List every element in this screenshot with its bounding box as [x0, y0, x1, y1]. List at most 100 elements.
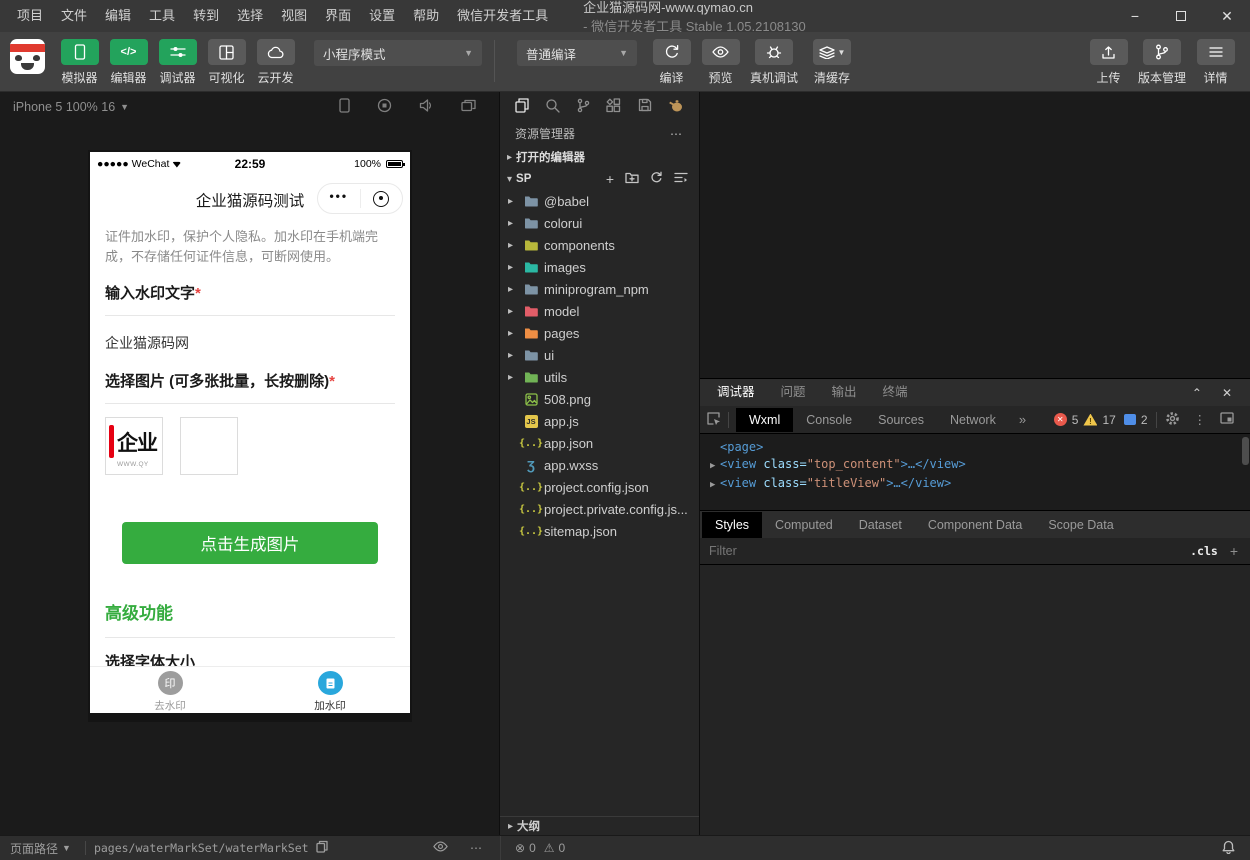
devtools-tab-network[interactable]: Network: [937, 408, 1009, 432]
tab-scope-data[interactable]: Scope Data: [1035, 512, 1126, 538]
tab-output[interactable]: 输出: [819, 379, 870, 406]
menu-tools[interactable]: 工具: [140, 0, 184, 32]
project-section[interactable]: ▾ SP +: [500, 168, 699, 190]
minimize-button[interactable]: −: [1112, 0, 1158, 32]
remote-debug-button[interactable]: 真机调试: [745, 39, 803, 86]
collapse-all-icon[interactable]: [674, 172, 688, 186]
teapot-icon[interactable]: [668, 99, 684, 115]
refresh-icon[interactable]: [650, 171, 663, 187]
bell-icon[interactable]: [1222, 840, 1235, 857]
tree-item-folder[interactable]: ▸colorui: [500, 212, 699, 234]
message-count[interactable]: 2: [1141, 413, 1148, 427]
menu-settings[interactable]: 设置: [360, 0, 404, 32]
tab-problems[interactable]: 问题: [768, 379, 819, 406]
visualization-toggle[interactable]: 可视化: [202, 39, 251, 86]
new-file-icon[interactable]: +: [606, 171, 614, 187]
menu-goto[interactable]: 转到: [184, 0, 228, 32]
styles-filter-input[interactable]: [709, 544, 1178, 558]
tree-item-folder[interactable]: ▸components: [500, 234, 699, 256]
dock-icon[interactable]: [1220, 412, 1234, 427]
tree-item-file[interactable]: Ʒapp.wxss: [500, 454, 699, 476]
open-editors-section[interactable]: ▸ 打开的编辑器: [500, 146, 699, 168]
close-panel-icon[interactable]: ✕: [1222, 386, 1232, 400]
tree-item-file[interactable]: JSapp.js: [500, 410, 699, 432]
capsule-close-icon[interactable]: [361, 191, 403, 207]
tab-debugger[interactable]: 调试器: [704, 379, 768, 406]
collapse-panel-icon[interactable]: ⌃: [1192, 386, 1202, 400]
menu-view[interactable]: 视图: [272, 0, 316, 32]
cloud-dev-button[interactable]: 云开发: [251, 39, 300, 86]
record-icon[interactable]: [377, 98, 392, 116]
device-select[interactable]: iPhone 5 100% 16: [13, 100, 115, 114]
dom-node-titleview[interactable]: ▶<view class="titleView">…</view>: [710, 475, 1248, 494]
menu-project[interactable]: 项目: [8, 0, 52, 32]
more-dots-icon[interactable]: •••: [318, 189, 360, 208]
kebab-menu-icon[interactable]: ⋮: [1194, 412, 1207, 427]
tab-dataset[interactable]: Dataset: [846, 512, 915, 538]
watermark-text-input[interactable]: 企业猫源码网: [105, 316, 395, 368]
tab-styles[interactable]: Styles: [702, 512, 762, 538]
new-folder-icon[interactable]: [625, 172, 639, 187]
preview-button[interactable]: 预览: [696, 39, 745, 86]
chevron-right-icon[interactable]: ▶: [710, 458, 720, 475]
more-actions-icon[interactable]: ⋯: [670, 127, 684, 141]
tree-item-folder[interactable]: ▸miniprogram_npm: [500, 278, 699, 300]
debugger-toggle[interactable]: 调试器: [153, 39, 202, 86]
files-icon[interactable]: [515, 98, 529, 116]
error-count[interactable]: 5: [1072, 413, 1079, 427]
menu-help[interactable]: 帮助: [404, 0, 448, 32]
clear-cache-button[interactable]: ▼ 清缓存: [803, 39, 861, 86]
maximize-button[interactable]: [1158, 0, 1204, 32]
gear-icon[interactable]: [1165, 411, 1180, 429]
tree-item-folder[interactable]: ▸utils: [500, 366, 699, 388]
tab-computed[interactable]: Computed: [762, 512, 846, 538]
devtools-tab-console[interactable]: Console: [793, 408, 865, 432]
tab-component-data[interactable]: Component Data: [915, 512, 1036, 538]
tree-item-file[interactable]: {..}app.json: [500, 432, 699, 454]
tree-item-folder[interactable]: ▸@babel: [500, 190, 699, 212]
details-button[interactable]: 详情: [1191, 39, 1240, 86]
tab-remove-watermark[interactable]: 印 去水印: [90, 667, 250, 713]
uploaded-image-thumbnail[interactable]: 企业 WWW.QY: [105, 417, 163, 475]
tree-item-file[interactable]: 508.png: [500, 388, 699, 410]
outline-section[interactable]: ▸ 大纲: [500, 816, 699, 835]
tab-terminal[interactable]: 终端: [870, 379, 921, 406]
multi-window-icon[interactable]: [461, 99, 476, 115]
upload-button[interactable]: 上传: [1084, 39, 1133, 86]
generate-image-button[interactable]: 点击生成图片: [122, 522, 378, 564]
save-icon[interactable]: [638, 98, 652, 115]
tree-item-folder[interactable]: ▸pages: [500, 322, 699, 344]
rotate-device-icon[interactable]: [339, 98, 350, 116]
devtools-tab-sources[interactable]: Sources: [865, 408, 937, 432]
menu-select[interactable]: 选择: [228, 0, 272, 32]
tree-item-folder[interactable]: ▸model: [500, 300, 699, 322]
dom-node-top-content[interactable]: ▶<view class="top_content">…</view>: [710, 456, 1248, 475]
cls-toggle[interactable]: .cls: [1178, 544, 1230, 558]
tree-item-file[interactable]: {..}project.config.json: [500, 476, 699, 498]
more-actions-icon[interactable]: ⋯: [470, 841, 484, 855]
menu-interface[interactable]: 界面: [316, 0, 360, 32]
add-style-icon[interactable]: +: [1230, 543, 1250, 559]
menu-edit[interactable]: 编辑: [96, 0, 140, 32]
speaker-icon[interactable]: [419, 99, 434, 115]
compile-button[interactable]: 编译: [647, 39, 696, 86]
extensions-icon[interactable]: [606, 98, 621, 116]
tree-item-file[interactable]: {..}sitemap.json: [500, 520, 699, 542]
menu-file[interactable]: 文件: [52, 0, 96, 32]
close-button[interactable]: ✕: [1204, 0, 1250, 32]
source-control-icon[interactable]: [577, 98, 590, 116]
version-control-button[interactable]: 版本管理: [1133, 39, 1191, 86]
tree-item-file[interactable]: {..}project.private.config.js...: [500, 498, 699, 520]
copy-icon[interactable]: [316, 840, 328, 856]
page-path-select[interactable]: 页面路径: [10, 840, 58, 857]
mode-select[interactable]: 小程序模式 ▼: [314, 40, 482, 66]
warning-count[interactable]: 17: [1102, 413, 1115, 427]
statusbar-problems[interactable]: ⊗ 0 ⚠ 0: [500, 836, 700, 860]
inspect-icon[interactable]: [706, 411, 721, 429]
tab-add-watermark[interactable]: 加水印: [250, 667, 410, 713]
editor-toggle[interactable]: </> 编辑器: [104, 39, 153, 86]
eye-icon[interactable]: [433, 841, 448, 855]
dom-node-page[interactable]: <page>: [710, 439, 1248, 456]
devtools-tab-wxml[interactable]: Wxml: [736, 408, 793, 432]
scrollbar[interactable]: [1242, 437, 1249, 465]
